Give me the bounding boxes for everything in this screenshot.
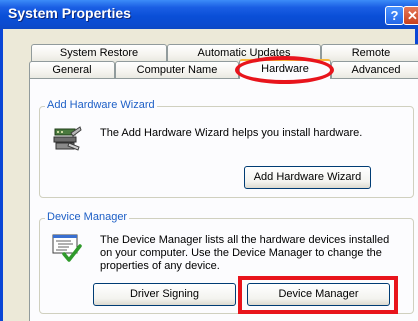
device-manager-highlight-box	[238, 276, 398, 314]
device-manager-description-line-2: on your computer. Use the Device Manager…	[100, 247, 382, 259]
tab-computer-name[interactable]: Computer Name	[115, 61, 239, 79]
tab-remote[interactable]: Remote	[321, 44, 418, 62]
hardware-tab-highlight-ellipse	[235, 56, 334, 84]
tab-general[interactable]: General	[29, 61, 115, 79]
window-title: System Properties	[8, 5, 131, 21]
hardware-wizard-icon	[53, 126, 82, 151]
title-bar[interactable]: System Properties ? ✕	[0, 0, 418, 29]
help-button[interactable]: ?	[385, 6, 404, 25]
system-properties-window: System Properties ? ✕ System Restore Aut…	[0, 0, 418, 321]
add-hardware-wizard-legend: Add Hardware Wizard	[45, 99, 157, 111]
add-hardware-wizard-description: The Add Hardware Wizard helps you instal…	[100, 127, 363, 139]
device-manager-description-line-3: properties of any device.	[100, 260, 220, 272]
driver-signing-button[interactable]: Driver Signing	[93, 283, 236, 306]
tab-advanced[interactable]: Advanced	[331, 61, 418, 79]
tab-system-restore[interactable]: System Restore	[31, 44, 167, 62]
add-hardware-wizard-button[interactable]: Add Hardware Wizard	[244, 166, 371, 189]
device-manager-icon	[52, 234, 82, 262]
add-hardware-wizard-group: Add Hardware Wizard The Add Hardware Wiz…	[39, 99, 414, 198]
device-manager-legend: Device Manager	[45, 211, 130, 223]
close-button[interactable]: ✕	[403, 6, 418, 25]
device-manager-description-line-1: The Device Manager lists all the hardwar…	[100, 234, 390, 246]
